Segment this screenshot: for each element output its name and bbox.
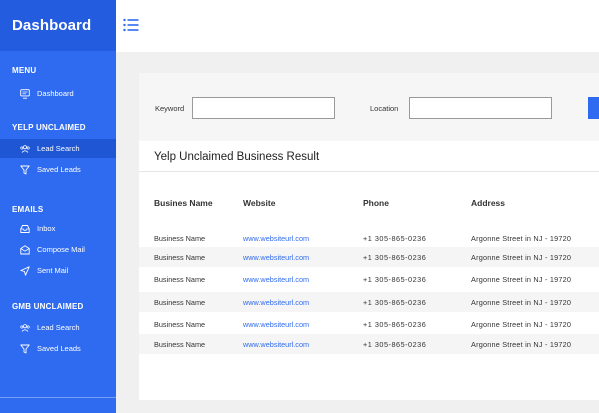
- sidebar-item-dashboard[interactable]: Dashboard: [0, 84, 116, 103]
- website-link[interactable]: www.websiteurl.com: [243, 275, 309, 284]
- section-title-emails: EMAILS: [12, 205, 44, 214]
- business-name-cell: Business Name: [154, 340, 206, 349]
- sidebar-item-sent-mail[interactable]: Sent Mail: [0, 261, 116, 280]
- keyword-label: Keyword: [155, 104, 185, 113]
- website-link[interactable]: www.websiteurl.com: [243, 340, 309, 349]
- address-cell: Argonne Street in NJ - 19720: [471, 320, 572, 329]
- phone-cell: +1 305-865-0236: [363, 253, 427, 262]
- users-icon: [20, 323, 30, 333]
- sidebar-item-label: Dashboard: [37, 89, 74, 98]
- business-name-cell: Business Name: [154, 298, 206, 307]
- location-label: Location: [370, 104, 399, 113]
- business-name-cell: Business Name: [154, 275, 206, 284]
- column-header-phone: Phone: [363, 198, 389, 208]
- list-icon[interactable]: [123, 18, 139, 32]
- website-link[interactable]: www.websiteurl.com: [243, 320, 309, 329]
- address-cell: Argonne Street in NJ - 19720: [471, 275, 572, 284]
- table-row[interactable]: Business Name www.websiteurl.com +1 305-…: [139, 228, 599, 248]
- column-header-address: Address: [471, 198, 506, 208]
- sidebar-item-gmb-lead-search[interactable]: Lead Search: [0, 318, 116, 337]
- sidebar-item-compose-mail[interactable]: Compose Mail: [0, 240, 116, 259]
- results-card: Keyword Location Yelp Unclaimed Business…: [139, 73, 599, 400]
- inbox-icon: [20, 224, 30, 234]
- section-title-menu: MENU: [12, 66, 37, 75]
- business-name-cell: Business Name: [154, 320, 206, 329]
- search-button[interactable]: [588, 97, 599, 119]
- keyword-input[interactable]: [192, 97, 335, 119]
- monitor-icon: [20, 88, 30, 99]
- sidebar-item-label: Saved Leads: [37, 165, 81, 174]
- section-title-gmb-unclaimed: GMB UNCLAIMED: [12, 302, 84, 311]
- table-row[interactable]: Business Name www.websiteurl.com +1 305-…: [139, 314, 599, 334]
- filter-icon: [20, 165, 30, 175]
- sidebar-item-label: Compose Mail: [37, 245, 85, 254]
- table-row[interactable]: Business Name www.websiteurl.com +1 305-…: [139, 247, 599, 267]
- phone-cell: +1 305-865-0236: [363, 340, 427, 349]
- table-row[interactable]: Business Name www.websiteurl.com +1 305-…: [139, 292, 599, 312]
- top-bar: [116, 0, 599, 52]
- sidebar-item-inbox[interactable]: Inbox: [0, 219, 116, 238]
- sidebar-divider: [0, 397, 116, 398]
- phone-cell: +1 305-865-0236: [363, 298, 427, 307]
- website-link[interactable]: www.websiteurl.com: [243, 253, 309, 262]
- brand-title[interactable]: Dashboard: [0, 0, 116, 51]
- sidebar-item-yelp-lead-search[interactable]: Lead Search: [0, 139, 116, 158]
- phone-cell: +1 305-865-0236: [363, 234, 427, 243]
- table-row[interactable]: Business Name www.websiteurl.com +1 305-…: [139, 334, 599, 354]
- divider: [139, 171, 599, 172]
- address-cell: Argonne Street in NJ - 19720: [471, 298, 572, 307]
- search-panel: Keyword Location: [139, 73, 599, 141]
- address-cell: Argonne Street in NJ - 19720: [471, 340, 572, 349]
- results-title: Yelp Unclaimed Business Result: [154, 151, 320, 163]
- compose-icon: [20, 244, 30, 255]
- table-row[interactable]: Business Name www.websiteurl.com +1 305-…: [139, 269, 599, 289]
- users-icon: [20, 144, 30, 154]
- phone-cell: +1 305-865-0236: [363, 275, 427, 284]
- sidebar-item-label: Inbox: [37, 224, 56, 233]
- column-header-name: Busines Name: [154, 198, 213, 208]
- phone-cell: +1 305-865-0236: [363, 320, 427, 329]
- website-link[interactable]: www.websiteurl.com: [243, 234, 309, 243]
- address-cell: Argonne Street in NJ - 19720: [471, 253, 572, 262]
- send-icon: [20, 265, 30, 276]
- sidebar-item-label: Lead Search: [37, 144, 80, 153]
- sidebar-item-label: Sent Mail: [37, 266, 69, 275]
- website-link[interactable]: www.websiteurl.com: [243, 298, 309, 307]
- sidebar: Dashboard MENU Dashboard YELP UNCLAIMED …: [0, 0, 116, 413]
- sidebar-item-label: Saved Leads: [37, 344, 81, 353]
- location-input[interactable]: [409, 97, 552, 119]
- address-cell: Argonne Street in NJ - 19720: [471, 234, 572, 243]
- sidebar-item-label: Lead Search: [37, 323, 80, 332]
- section-title-yelp-unclaimed: YELP UNCLAIMED: [12, 123, 86, 132]
- filter-icon: [20, 344, 30, 354]
- sidebar-item-yelp-saved-leads[interactable]: Saved Leads: [0, 160, 116, 179]
- business-name-cell: Business Name: [154, 234, 206, 243]
- sidebar-item-gmb-saved-leads[interactable]: Saved Leads: [0, 339, 116, 358]
- business-name-cell: Business Name: [154, 253, 206, 262]
- column-header-website: Website: [243, 198, 276, 208]
